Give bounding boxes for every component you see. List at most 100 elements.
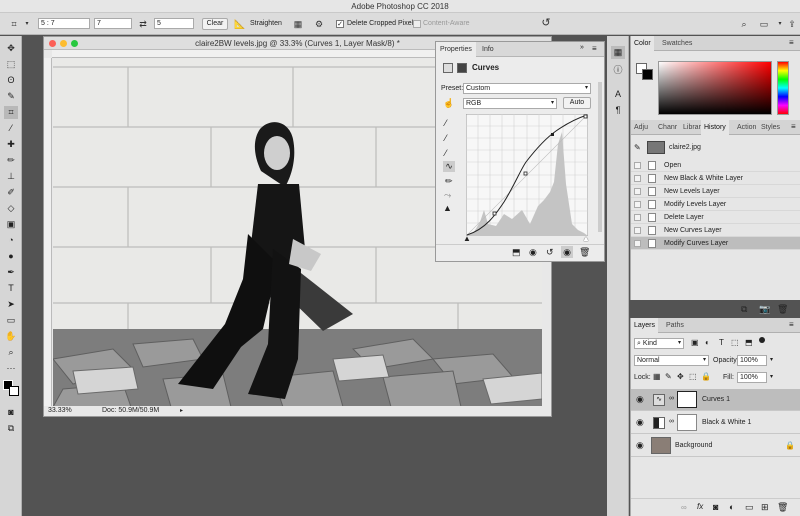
- tab-properties[interactable]: Properties: [436, 42, 476, 57]
- clear-button[interactable]: Clear: [202, 18, 228, 30]
- lock-all-icon[interactable]: 🔒: [701, 372, 711, 381]
- trash-icon[interactable]: 🗑: [777, 502, 788, 513]
- white-point-eyedropper-icon[interactable]: ⁄: [445, 148, 447, 158]
- vertical-ruler[interactable]: [44, 58, 52, 406]
- lock-artboard-icon[interactable]: ⬚: [689, 372, 697, 381]
- collapse-icon[interactable]: »: [580, 44, 584, 51]
- paragraph-panel-icon[interactable]: ¶: [611, 104, 625, 117]
- zoom-level[interactable]: 33.33%: [48, 406, 72, 416]
- link-layers-icon[interactable]: ∞: [681, 503, 687, 512]
- filter-toggle-icon[interactable]: [759, 337, 765, 343]
- content-aware-checkbox[interactable]: [413, 20, 421, 28]
- clip-to-layer-icon[interactable]: ⬒: [512, 247, 521, 258]
- color-picker-field[interactable]: [658, 61, 772, 115]
- tab-color[interactable]: Color: [631, 36, 654, 51]
- hand-tool-icon[interactable]: ✋: [4, 330, 18, 343]
- fill-field[interactable]: 100%: [737, 372, 767, 383]
- crop-tool-icon[interactable]: ⌗: [8, 18, 20, 30]
- more-tools-icon[interactable]: ···: [4, 362, 18, 375]
- visibility-eye-icon[interactable]: ◉: [636, 417, 644, 428]
- pencil-draw-icon[interactable]: ✏: [445, 176, 453, 187]
- history-item[interactable]: New Levels Layer: [631, 185, 800, 198]
- link-icon[interactable]: ∞: [669, 418, 674, 425]
- hue-slider[interactable]: [777, 61, 789, 115]
- trash-icon[interactable]: 🗑: [777, 304, 788, 315]
- swap-icon[interactable]: ⇄: [137, 18, 149, 30]
- new-layer-icon[interactable]: ⊞: [761, 502, 769, 513]
- link-icon[interactable]: ∞: [669, 395, 674, 402]
- background-color-swatch[interactable]: [642, 69, 653, 80]
- layer-name[interactable]: Background: [675, 435, 712, 457]
- eraser-tool-icon[interactable]: ◇: [4, 202, 18, 215]
- history-source-checkbox[interactable]: [634, 227, 641, 234]
- history-snapshot[interactable]: ✎ claire2.jpg: [631, 139, 800, 157]
- gray-point-eyedropper-icon[interactable]: ⁄: [445, 133, 447, 143]
- history-brush-icon[interactable]: ✐: [4, 186, 18, 199]
- menu-icon[interactable]: ≡: [592, 44, 597, 53]
- ratio-select[interactable]: 5 : 7: [38, 18, 90, 29]
- minimize-window-button[interactable]: [60, 40, 67, 47]
- crop-tool-icon[interactable]: ⌗: [4, 106, 18, 119]
- tab-channels[interactable]: Chanr: [655, 120, 680, 135]
- layer-mask-thumbnail[interactable]: [677, 414, 697, 431]
- menu-icon[interactable]: ≡: [789, 38, 794, 47]
- history-item-selected[interactable]: Modify Curves Layer: [631, 237, 800, 250]
- chevron-down-icon[interactable]: ▾: [770, 355, 773, 366]
- tab-styles[interactable]: Styles: [758, 120, 783, 135]
- history-item[interactable]: Open: [631, 159, 800, 172]
- visibility-eye-icon[interactable]: ◉: [636, 394, 644, 405]
- layer-style-icon[interactable]: fx: [697, 502, 703, 511]
- menu-icon[interactable]: ≡: [789, 320, 794, 329]
- adjustment-filter-icon[interactable]: ◐: [705, 338, 710, 347]
- targeted-adjust-icon[interactable]: ☝: [443, 98, 454, 109]
- tab-adjustments[interactable]: Adju: [631, 120, 651, 135]
- stamp-tool-icon[interactable]: ⊥: [4, 170, 18, 183]
- lock-pixels-icon[interactable]: ✎: [665, 372, 672, 381]
- smart-object-filter-icon[interactable]: ⬒: [745, 338, 753, 347]
- history-source-checkbox[interactable]: [634, 175, 641, 182]
- gradient-tool-icon[interactable]: ▣: [4, 218, 18, 231]
- info-panel-icon[interactable]: ⓘ: [611, 64, 625, 77]
- blur-tool-icon[interactable]: ◔: [4, 234, 18, 247]
- curve-edit-icon[interactable]: ∿: [443, 161, 455, 172]
- healing-tool-icon[interactable]: ✚: [4, 138, 18, 151]
- history-source-checkbox[interactable]: [634, 240, 641, 247]
- chevron-down-icon[interactable]: ▾: [21, 18, 33, 30]
- maximize-window-button[interactable]: [71, 40, 78, 47]
- lock-transparency-icon[interactable]: ▦: [653, 372, 661, 381]
- tab-actions[interactable]: Action: [734, 120, 759, 135]
- share-icon[interactable]: ⇪: [786, 18, 798, 30]
- properties-scrollbar[interactable]: [598, 82, 602, 232]
- dodge-tool-icon[interactable]: ●: [4, 250, 18, 263]
- layer-row-black-white[interactable]: ◉ ∞ Black & White 1: [631, 412, 800, 434]
- character-panel-icon[interactable]: A: [611, 88, 625, 101]
- history-item[interactable]: Modify Levels Layer: [631, 198, 800, 211]
- width-field[interactable]: 7: [94, 18, 132, 29]
- camera-icon[interactable]: 📷: [759, 304, 770, 315]
- layer-mask-thumbnail[interactable]: [677, 391, 697, 408]
- quick-select-tool-icon[interactable]: ✎: [4, 90, 18, 103]
- layer-row-curves[interactable]: ◉ ∿ ∞ Curves 1: [631, 389, 800, 411]
- black-point-eyedropper-icon[interactable]: ⁄: [445, 118, 447, 128]
- add-mask-icon[interactable]: ◙: [713, 502, 718, 512]
- move-tool-icon[interactable]: ✥: [4, 42, 18, 55]
- straighten-label[interactable]: Straighten: [250, 18, 282, 30]
- color-panel-icon[interactable]: ▦: [611, 46, 625, 59]
- visibility-eye-icon[interactable]: ◉: [636, 440, 644, 451]
- tab-layers[interactable]: Layers: [631, 318, 659, 333]
- type-filter-icon[interactable]: T: [719, 338, 724, 347]
- history-item[interactable]: Delete Layer: [631, 211, 800, 224]
- gear-icon[interactable]: ⚙: [313, 18, 325, 30]
- marquee-tool-icon[interactable]: ⬚: [4, 58, 18, 71]
- straighten-icon[interactable]: 📐: [234, 18, 246, 30]
- lock-icon[interactable]: 🔒: [785, 441, 795, 450]
- chevron-down-icon[interactable]: ▾: [770, 372, 773, 383]
- type-tool-icon[interactable]: T: [4, 282, 18, 295]
- shape-filter-icon[interactable]: ⬚: [731, 338, 739, 347]
- tab-history[interactable]: History: [701, 120, 729, 135]
- delete-cropped-checkbox[interactable]: ✓: [336, 20, 344, 28]
- tab-paths[interactable]: Paths: [663, 318, 687, 333]
- lock-position-icon[interactable]: ✥: [677, 372, 684, 381]
- background-color-swatch[interactable]: [9, 386, 19, 396]
- brush-tool-icon[interactable]: ✏: [4, 154, 18, 167]
